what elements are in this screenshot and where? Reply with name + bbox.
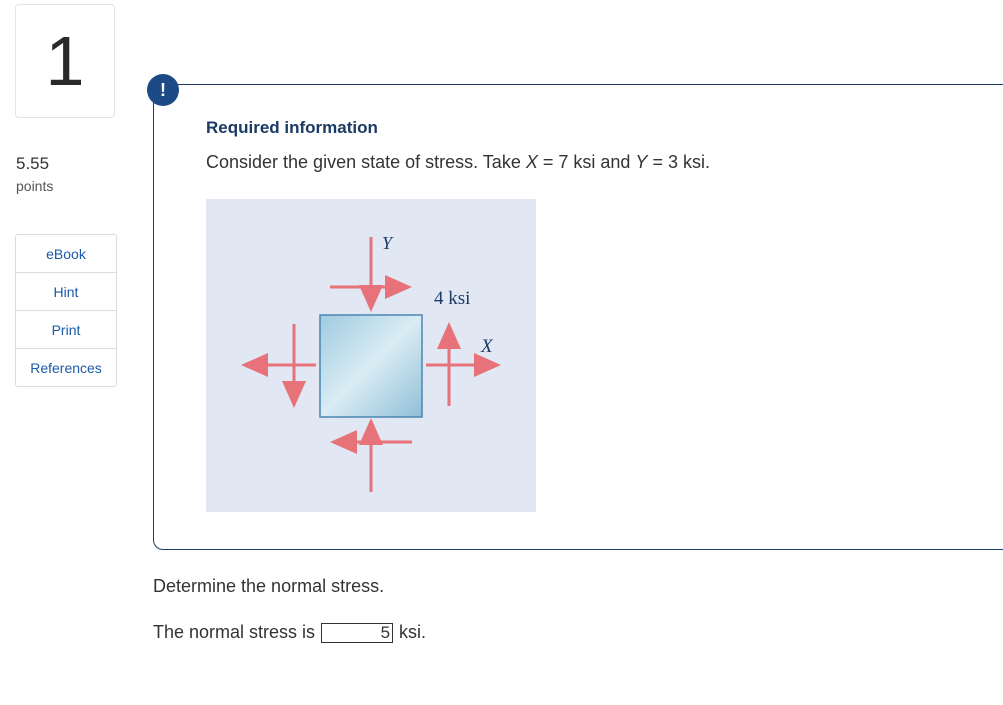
var-x: X bbox=[525, 152, 538, 172]
points-label: points bbox=[16, 178, 54, 194]
stress-diagram: Y 4 ksi X bbox=[241, 233, 501, 492]
references-button[interactable]: References bbox=[16, 349, 116, 386]
text-part3: = 3 ksi. bbox=[647, 152, 710, 172]
ebook-button[interactable]: eBook bbox=[16, 235, 116, 273]
question-number: 1 bbox=[15, 4, 115, 118]
question-prompt: Determine the normal stress. bbox=[153, 576, 385, 596]
hint-button[interactable]: Hint bbox=[16, 273, 116, 311]
answer-line: The normal stress is 5 ksi. bbox=[153, 622, 426, 643]
points-value: 5.55 bbox=[16, 154, 50, 173]
tools-panel: eBook Hint Print References bbox=[15, 234, 117, 387]
label-x: X bbox=[480, 336, 494, 357]
text-part2: = 7 ksi and bbox=[537, 152, 636, 172]
answer-prefix: The normal stress is bbox=[153, 622, 316, 642]
alert-icon: ! bbox=[147, 74, 179, 106]
print-button[interactable]: Print bbox=[16, 311, 116, 349]
stress-element-figure: Y 4 ksi X bbox=[206, 199, 536, 512]
answer-input[interactable]: 5 bbox=[321, 622, 394, 643]
var-y: Y bbox=[635, 152, 648, 172]
required-info-title: Required information bbox=[206, 118, 378, 137]
required-info-text: Consider the given state of stress. Take… bbox=[206, 152, 710, 173]
stress-element bbox=[319, 314, 423, 418]
label-y: Y bbox=[382, 233, 394, 253]
text-part1: Consider the given state of stress. Take bbox=[206, 152, 526, 172]
label-shear: 4 ksi bbox=[434, 288, 470, 309]
answer-unit: ksi. bbox=[399, 622, 427, 642]
